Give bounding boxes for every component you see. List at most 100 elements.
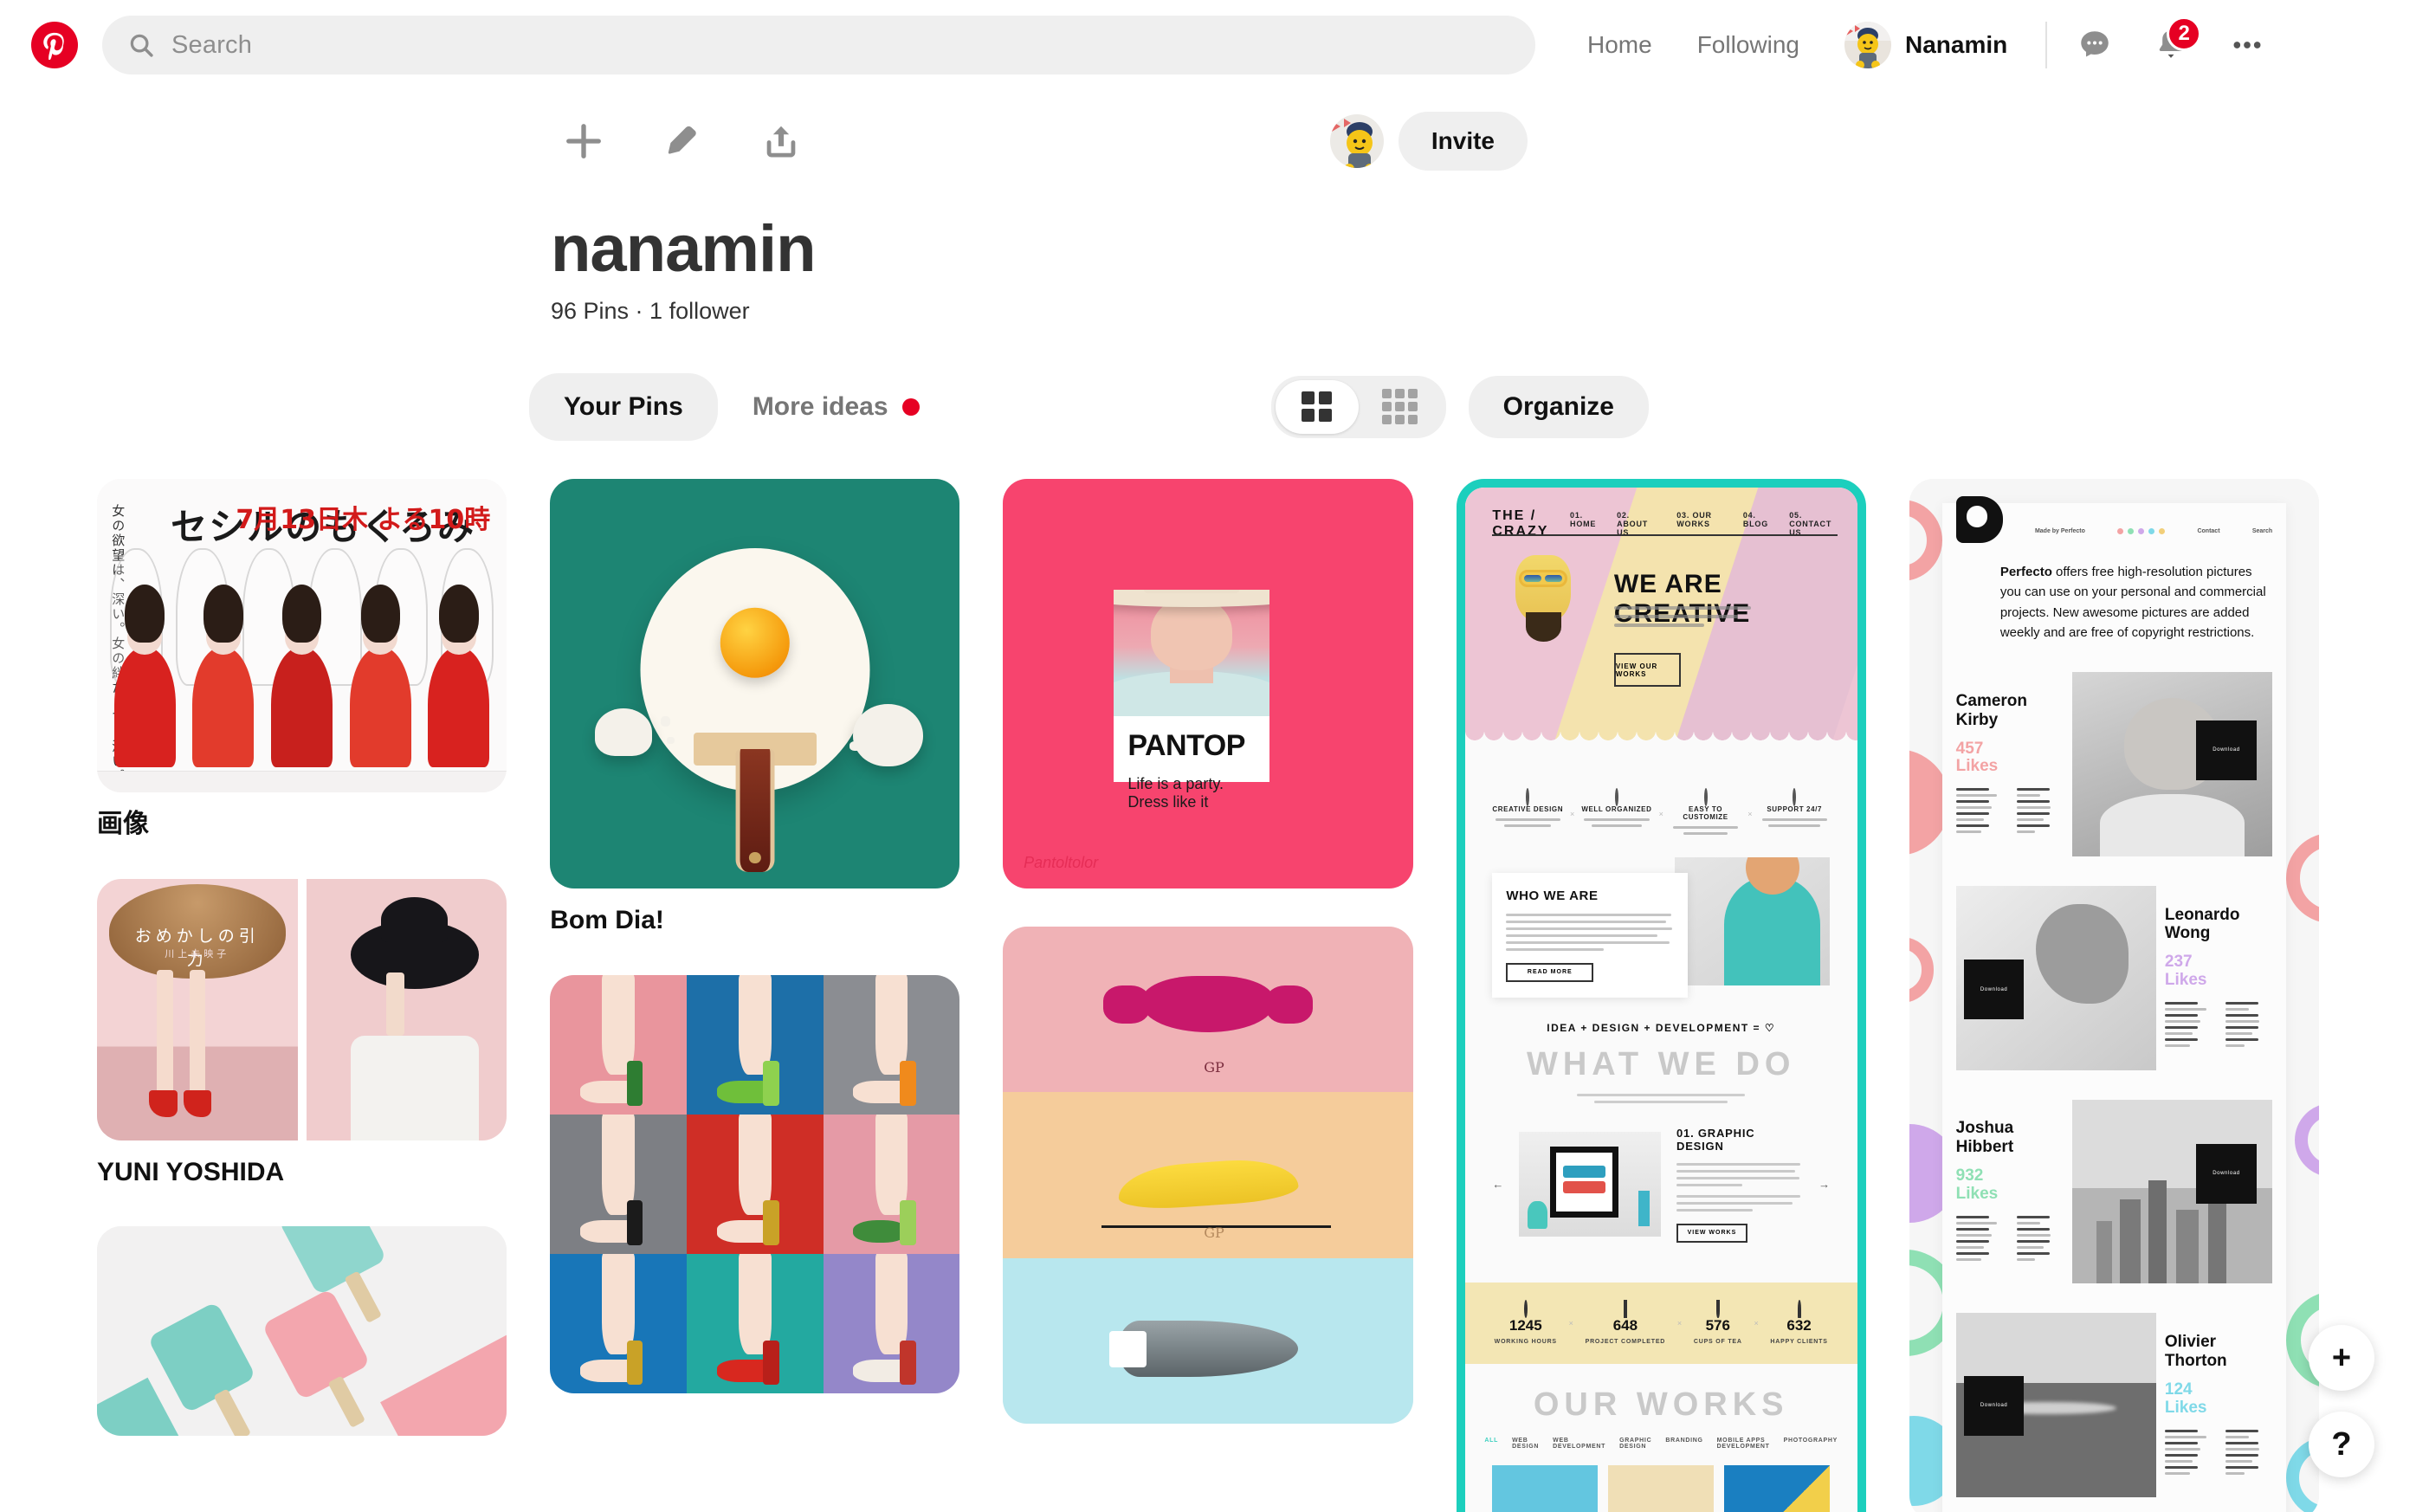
grid-3x3-icon[interactable] (1359, 380, 1442, 434)
user-avatar (1844, 22, 1891, 68)
photographer-name-4: Olivier Thorton (2164, 1333, 2227, 1370)
pin-image-yuni-yoshida[interactable]: おめかしの引力 川上未映子 (97, 878, 507, 1140)
service-next-arrow[interactable]: → (1818, 1178, 1830, 1191)
collaborator-avatar[interactable] (1327, 112, 1386, 171)
works-tab-branding[interactable]: BRANDING (1665, 1438, 1702, 1450)
board-collaborators: Invite (1327, 112, 1528, 171)
pin-image-bom-dia[interactable] (550, 478, 960, 888)
download-button-1[interactable]: Download (2196, 720, 2257, 780)
plus-icon[interactable] (559, 117, 608, 165)
vegetable-shoes-grid (550, 974, 960, 1393)
photographer-photo-2: Download (1955, 885, 2156, 1070)
crazy-menu-works: 03. OUR WORKS (1676, 510, 1712, 528)
account-menu[interactable]: Nanamin (1822, 22, 2025, 68)
gp-panel-lips: GP (1003, 927, 1413, 1093)
pins-column-5: Made by Perfecto Contact Search Perfecto… (1909, 478, 2320, 1512)
pin-image-vegetable-shoes[interactable] (550, 974, 960, 1393)
tab-more-ideas[interactable]: More ideas (718, 373, 954, 441)
pin-image-the-crazy[interactable]: THE / CRAZY 01. HOME 02. ABOUT US 03. OU… (1456, 478, 1866, 1512)
download-button-2[interactable]: Download (1963, 960, 2025, 1020)
perfecto-logo-icon (1955, 496, 2003, 544)
crazy-features: CREATIVE DESIGN × WELL ORGANIZED × EASY … (1492, 767, 1830, 857)
board-title: nanamin (551, 212, 817, 286)
pin-image-perfecto[interactable]: Made by Perfecto Contact Search Perfecto… (1909, 478, 2320, 1512)
download-button-3[interactable]: Download (2196, 1143, 2257, 1205)
pin-card-bom-dia[interactable]: Bom Dia! (550, 478, 960, 937)
photographer-row-1: Cameron Kirby 457 Likes Download (1955, 672, 2273, 856)
likes-label-3: Likes (1955, 1184, 1999, 1203)
tab-more-ideas-label: More ideas (752, 391, 888, 421)
board-actions-row: Invite (0, 90, 2416, 173)
likes-label-1: Likes (1955, 757, 1999, 776)
yuni-right-panel (306, 878, 507, 1140)
crazy-works-section: OUR WORKS ALL WEB DESIGN WEB DEVELOPMENT… (1464, 1363, 1857, 1512)
pin-image-jp-drama[interactable]: 女の欲望は、深い。女の絆だって、深い。 セシルのもくろみ 7月13日木 よる10… (97, 478, 507, 793)
jp-drama-poster: 女の欲望は、深い。女の絆だって、深い。 セシルのもくろみ 7月13日木 よる10… (97, 478, 507, 793)
pin-card-popsicles[interactable] (97, 1226, 507, 1436)
perfecto-web-mockup: Made by Perfecto Contact Search Perfecto… (1909, 478, 2320, 1512)
perfecto-nav-search: Search (2251, 527, 2273, 534)
artwork-signature: Pantoltolor (1024, 854, 1099, 872)
search-bar[interactable]: Search (102, 16, 1535, 74)
pin-card-gp-collage[interactable]: GP GP (1003, 927, 1413, 1424)
organize-button[interactable]: Organize (1468, 375, 1649, 438)
works-tab-mobile[interactable]: MOBILE APPS DEVELOPMENT (1717, 1438, 1770, 1450)
pin-card-vegetable-shoes[interactable] (550, 974, 960, 1393)
plus-icon[interactable]: + (2309, 1325, 2374, 1391)
grid-2x2-icon[interactable] (1275, 379, 1359, 434)
notifications-bell-icon[interactable]: 2 (2144, 16, 2202, 72)
pin-card-pantop[interactable]: PANTOP Life is a party. Dress like it Pa… (1003, 478, 1413, 888)
board-toolbar: Your Pins More ideas Organize (0, 372, 2416, 441)
invite-button[interactable]: Invite (1398, 112, 1528, 171)
perfecto-intro: Perfecto offers free high-resolution pic… (2000, 562, 2272, 643)
pin-card-jp-drama[interactable]: 女の欲望は、深い。女の絆だって、深い。 セシルのもくろみ 7月13日木 よる10… (97, 478, 507, 841)
feature-title-1: CREATIVE DESIGN (1492, 804, 1564, 813)
header-divider (2045, 22, 2048, 68)
account-name: Nanamin (1904, 31, 2008, 58)
share-upload-icon[interactable] (757, 117, 805, 165)
photographer-likes-2: 237 (2164, 953, 2193, 972)
works-tab-all[interactable]: ALL (1484, 1438, 1498, 1450)
perfecto-page: Made by Perfecto Contact Search Perfecto… (1941, 496, 2287, 1512)
photographer-row-4: Olivier Thorton 124 Likes Download (1955, 1313, 2273, 1498)
works-tab-graphic[interactable]: GRAPHIC DESIGN (1619, 1438, 1651, 1450)
tab-your-pins-label: Your Pins (564, 391, 683, 421)
pencil-edit-icon[interactable] (658, 117, 707, 165)
more-horizontal-icon[interactable] (2220, 18, 2274, 72)
photographer-photo-1: Download (2071, 672, 2273, 856)
perfecto-intro-brand: Perfecto (1999, 565, 2052, 580)
works-tab-webdev[interactable]: WEB DEVELOPMENT (1553, 1438, 1605, 1450)
pin-image-gp-collage[interactable]: GP GP (1003, 927, 1413, 1424)
new-ideas-dot-icon (901, 397, 920, 416)
gp-signature-2: GP (1204, 1224, 1224, 1242)
nav-link-home[interactable]: Home (1565, 31, 1675, 59)
messages-icon[interactable] (2068, 18, 2122, 72)
floating-action-buttons: + ? (2309, 1325, 2374, 1477)
poster-date: 7月13日木 よる10時 (236, 505, 491, 536)
tab-your-pins[interactable]: Your Pins (529, 372, 718, 441)
pinterest-logo-icon[interactable] (31, 22, 78, 68)
crazy-menu-blog: 04. BLOG (1742, 510, 1769, 528)
view-density-toggle[interactable] (1270, 375, 1446, 438)
nav-link-following[interactable]: Following (1675, 31, 1822, 59)
pins-column-1: 女の欲望は、深い。女の絆だって、深い。 セシルのもくろみ 7月13日木 よる10… (97, 478, 507, 1436)
pin-title-yuni-yoshida: YUNI YOSHIDA (97, 1157, 285, 1186)
works-tab-webdesign[interactable]: WEB DESIGN (1512, 1438, 1539, 1450)
stat-label-2: PROJECT COMPLETED (1585, 1338, 1666, 1345)
pin-image-pantop[interactable]: PANTOP Life is a party. Dress like it Pa… (1003, 478, 1413, 888)
service-prev-arrow[interactable]: ← (1492, 1178, 1503, 1191)
stat-label-4: HAPPY CLIENTS (1770, 1338, 1828, 1345)
download-button-4[interactable]: Download (1963, 1375, 2025, 1437)
search-input[interactable]: Search (171, 31, 252, 60)
header-nav-right: Home Following Nanamin 2 (1565, 16, 2274, 72)
pin-card-yuni-yoshida[interactable]: おめかしの引力 川上未映子 YUNI YOSHIDA (97, 878, 507, 1189)
pin-image-popsicles[interactable] (97, 1226, 507, 1436)
help-question-icon[interactable]: ? (2309, 1412, 2374, 1477)
board-stats: 96 Pins · 1 follower (551, 297, 750, 324)
works-tab-photo[interactable]: PHOTOGRAPHY (1784, 1438, 1838, 1450)
pin-card-the-crazy[interactable]: THE / CRAZY 01. HOME 02. ABOUT US 03. OU… (1456, 478, 1866, 1512)
board-action-icons (559, 117, 805, 165)
gp-panel-fish (1003, 1257, 1413, 1424)
pin-card-perfecto[interactable]: Made by Perfecto Contact Search Perfecto… (1909, 478, 2320, 1512)
pantone-swatch-artwork: PANTOP Life is a party. Dress like it Pa… (1003, 478, 1413, 888)
